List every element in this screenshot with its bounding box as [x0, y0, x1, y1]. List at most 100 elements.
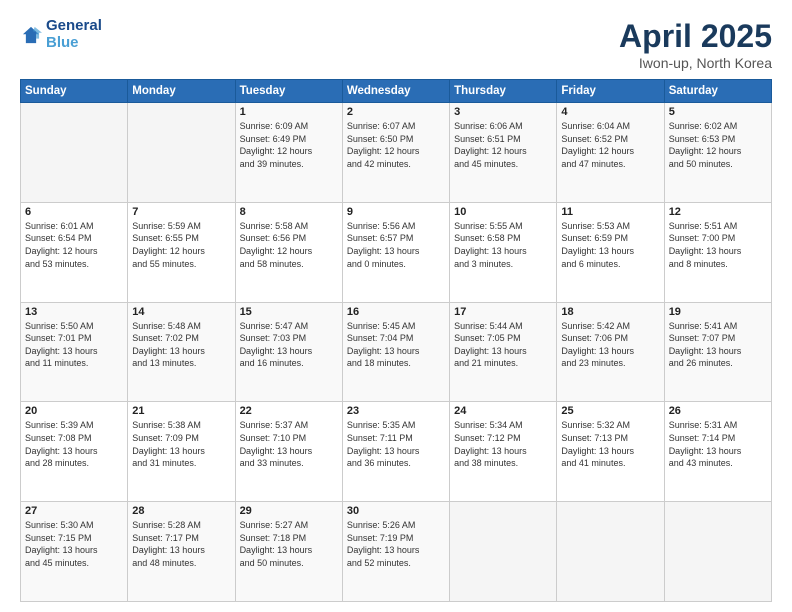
- calendar-week-row: 1 Sunrise: 6:09 AMSunset: 6:49 PMDaylight…: [21, 103, 772, 203]
- day-number: 24: [454, 405, 552, 417]
- calendar-day-header: Sunday: [21, 80, 128, 103]
- day-number: 4: [561, 106, 659, 118]
- day-info: Sunrise: 5:26 AMSunset: 7:19 PMDaylight:…: [347, 519, 445, 569]
- calendar-cell: 6Sunrise: 6:01 AMSunset: 6:54 PMDaylight…: [21, 202, 128, 302]
- day-info: Sunrise: 5:35 AMSunset: 7:11 PMDaylight:…: [347, 419, 445, 469]
- calendar-cell: 20Sunrise: 5:39 AMSunset: 7:08 PMDayligh…: [21, 402, 128, 502]
- day-info: Sunrise: 5:31 AMSunset: 7:14 PMDaylight:…: [669, 419, 767, 469]
- day-number: 11: [561, 206, 659, 218]
- day-number: 19: [669, 306, 767, 318]
- calendar-day-header: Friday: [557, 80, 664, 103]
- calendar-cell: 19 Sunrise: 5:41 AMSunset: 7:07 PMDayligh…: [664, 302, 771, 402]
- day-info: Sunrise: 5:41 AMSunset: 7:07 PMDaylight:…: [669, 320, 767, 370]
- day-number: 14: [132, 306, 230, 318]
- day-info: Sunrise: 5:48 AMSunset: 7:02 PMDaylight:…: [132, 320, 230, 370]
- day-info: Sunrise: 5:50 AMSunset: 7:01 PMDaylight:…: [25, 320, 123, 370]
- day-number: 12: [669, 206, 767, 218]
- calendar-week-row: 6Sunrise: 6:01 AMSunset: 6:54 PMDaylight…: [21, 202, 772, 302]
- calendar-cell: 9 Sunrise: 5:56 AMSunset: 6:57 PMDaylight…: [342, 202, 449, 302]
- calendar-cell: 2Sunrise: 6:07 AMSunset: 6:50 PMDaylight…: [342, 103, 449, 203]
- calendar-cell: 23 Sunrise: 5:35 AMSunset: 7:11 PMDayligh…: [342, 402, 449, 502]
- subtitle: Iwon-up, North Korea: [619, 55, 772, 71]
- day-info: Sunrise: 5:45 AMSunset: 7:04 PMDaylight:…: [347, 320, 445, 370]
- header: General Blue April 2025 Iwon-up, North K…: [20, 18, 772, 71]
- day-number: 9: [347, 206, 445, 218]
- day-number: 1: [240, 106, 338, 118]
- day-number: 5: [669, 106, 767, 118]
- day-info: Sunrise: 5:59 AMSunset: 6:55 PMDaylight:…: [132, 220, 230, 270]
- logo-icon: [20, 24, 42, 46]
- calendar-cell: 1 Sunrise: 6:09 AMSunset: 6:49 PMDaylight…: [235, 103, 342, 203]
- day-info: Sunrise: 5:56 AMSunset: 6:57 PMDaylight:…: [347, 220, 445, 270]
- day-info: Sunrise: 5:32 AMSunset: 7:13 PMDaylight:…: [561, 419, 659, 469]
- calendar-day-header: Wednesday: [342, 80, 449, 103]
- day-info: Sunrise: 5:30 AMSunset: 7:15 PMDaylight:…: [25, 519, 123, 569]
- calendar-cell: [128, 103, 235, 203]
- day-number: 17: [454, 306, 552, 318]
- day-number: 13: [25, 306, 123, 318]
- calendar-cell: 13 Sunrise: 5:50 AMSunset: 7:01 PMDayligh…: [21, 302, 128, 402]
- calendar-cell: 4 Sunrise: 6:04 AMSunset: 6:52 PMDaylight…: [557, 103, 664, 203]
- day-number: 7: [132, 206, 230, 218]
- calendar-cell: 15 Sunrise: 5:47 AMSunset: 7:03 PMDayligh…: [235, 302, 342, 402]
- calendar-cell: 12Sunrise: 5:51 AMSunset: 7:00 PMDayligh…: [664, 202, 771, 302]
- calendar-header-row: SundayMondayTuesdayWednesdayThursdayFrid…: [21, 80, 772, 103]
- calendar-cell: 29 Sunrise: 5:27 AMSunset: 7:18 PMDayligh…: [235, 502, 342, 602]
- calendar-cell: 10Sunrise: 5:55 AMSunset: 6:58 PMDayligh…: [450, 202, 557, 302]
- calendar-cell: 30Sunrise: 5:26 AMSunset: 7:19 PMDayligh…: [342, 502, 449, 602]
- day-info: Sunrise: 5:58 AMSunset: 6:56 PMDaylight:…: [240, 220, 338, 270]
- main-title: April 2025: [619, 18, 772, 55]
- calendar-cell: 8Sunrise: 5:58 AMSunset: 6:56 PMDaylight…: [235, 202, 342, 302]
- calendar-cell: [557, 502, 664, 602]
- day-number: 28: [132, 505, 230, 517]
- calendar-cell: [664, 502, 771, 602]
- calendar-week-row: 20Sunrise: 5:39 AMSunset: 7:08 PMDayligh…: [21, 402, 772, 502]
- day-number: 27: [25, 505, 123, 517]
- day-info: Sunrise: 5:42 AMSunset: 7:06 PMDaylight:…: [561, 320, 659, 370]
- day-info: Sunrise: 6:06 AMSunset: 6:51 PMDaylight:…: [454, 120, 552, 170]
- calendar-week-row: 13 Sunrise: 5:50 AMSunset: 7:01 PMDayligh…: [21, 302, 772, 402]
- calendar-day-header: Saturday: [664, 80, 771, 103]
- calendar-day-header: Tuesday: [235, 80, 342, 103]
- calendar-table: SundayMondayTuesdayWednesdayThursdayFrid…: [20, 79, 772, 602]
- calendar-cell: 18Sunrise: 5:42 AMSunset: 7:06 PMDayligh…: [557, 302, 664, 402]
- day-number: 15: [240, 306, 338, 318]
- day-number: 20: [25, 405, 123, 417]
- calendar-cell: 24 Sunrise: 5:34 AMSunset: 7:12 PMDayligh…: [450, 402, 557, 502]
- day-info: Sunrise: 5:27 AMSunset: 7:18 PMDaylight:…: [240, 519, 338, 569]
- calendar-cell: 5 Sunrise: 6:02 AMSunset: 6:53 PMDaylight…: [664, 103, 771, 203]
- calendar-day-header: Monday: [128, 80, 235, 103]
- day-info: Sunrise: 6:04 AMSunset: 6:52 PMDaylight:…: [561, 120, 659, 170]
- title-block: April 2025 Iwon-up, North Korea: [619, 18, 772, 71]
- day-info: Sunrise: 5:38 AMSunset: 7:09 PMDaylight:…: [132, 419, 230, 469]
- calendar-cell: 14 Sunrise: 5:48 AMSunset: 7:02 PMDayligh…: [128, 302, 235, 402]
- day-number: 26: [669, 405, 767, 417]
- day-number: 3: [454, 106, 552, 118]
- day-info: Sunrise: 5:37 AMSunset: 7:10 PMDaylight:…: [240, 419, 338, 469]
- calendar-day-header: Thursday: [450, 80, 557, 103]
- calendar-cell: [21, 103, 128, 203]
- logo-line1: General: [46, 18, 102, 35]
- logo: General Blue: [20, 18, 102, 51]
- day-info: Sunrise: 5:34 AMSunset: 7:12 PMDaylight:…: [454, 419, 552, 469]
- day-number: 2: [347, 106, 445, 118]
- logo-text: General Blue: [46, 18, 102, 51]
- calendar-cell: 27 Sunrise: 5:30 AMSunset: 7:15 PMDayligh…: [21, 502, 128, 602]
- calendar-cell: 16 Sunrise: 5:45 AMSunset: 7:04 PMDayligh…: [342, 302, 449, 402]
- day-number: 23: [347, 405, 445, 417]
- day-number: 22: [240, 405, 338, 417]
- day-info: Sunrise: 6:01 AMSunset: 6:54 PMDaylight:…: [25, 220, 123, 270]
- calendar-cell: 21Sunrise: 5:38 AMSunset: 7:09 PMDayligh…: [128, 402, 235, 502]
- calendar-cell: 17Sunrise: 5:44 AMSunset: 7:05 PMDayligh…: [450, 302, 557, 402]
- day-info: Sunrise: 5:47 AMSunset: 7:03 PMDaylight:…: [240, 320, 338, 370]
- calendar-cell: 26 Sunrise: 5:31 AMSunset: 7:14 PMDayligh…: [664, 402, 771, 502]
- calendar-cell: 28 Sunrise: 5:28 AMSunset: 7:17 PMDayligh…: [128, 502, 235, 602]
- day-info: Sunrise: 5:53 AMSunset: 6:59 PMDaylight:…: [561, 220, 659, 270]
- day-info: Sunrise: 6:09 AMSunset: 6:49 PMDaylight:…: [240, 120, 338, 170]
- day-number: 16: [347, 306, 445, 318]
- day-number: 25: [561, 405, 659, 417]
- day-info: Sunrise: 6:02 AMSunset: 6:53 PMDaylight:…: [669, 120, 767, 170]
- day-number: 29: [240, 505, 338, 517]
- calendar-cell: [450, 502, 557, 602]
- day-info: Sunrise: 5:28 AMSunset: 7:17 PMDaylight:…: [132, 519, 230, 569]
